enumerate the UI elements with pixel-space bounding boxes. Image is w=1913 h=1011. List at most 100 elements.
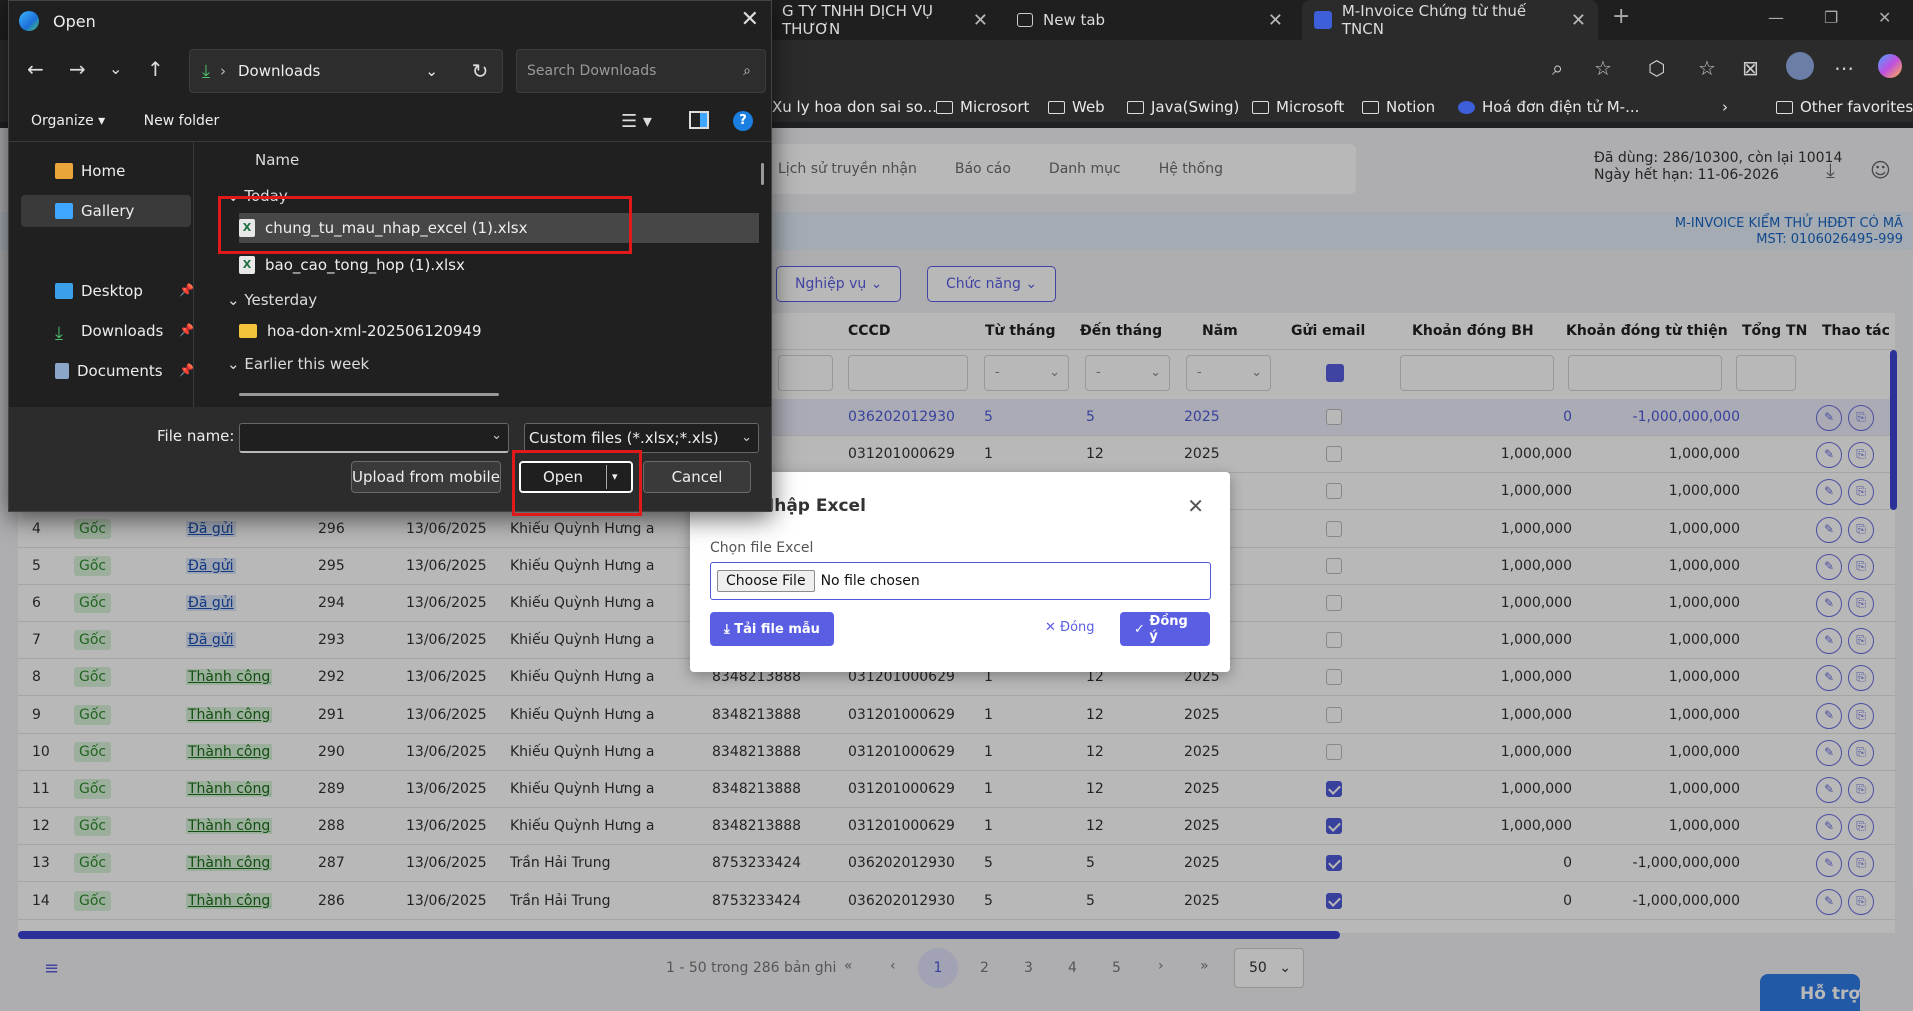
close-icon[interactable]: ✕: [973, 10, 988, 31]
nghiep-vu-button[interactable]: Nghiệp vụ ⌄: [776, 266, 902, 302]
download-icon[interactable]: ⤓: [1826, 158, 1835, 182]
sidebar-item-documents[interactable]: Documents: [55, 355, 195, 387]
table-row[interactable]: 13 Gốc Thành công 287 13/06/2025 Trần Hải Tru…: [18, 845, 1895, 883]
vertical-scrollbar[interactable]: [1890, 350, 1897, 510]
email-checkbox[interactable]: [1326, 771, 1356, 808]
copy-icon[interactable]: ⎘: [1848, 442, 1874, 469]
copy-icon[interactable]: ⎘: [1848, 851, 1874, 878]
copy-icon[interactable]: ⎘: [1848, 591, 1874, 617]
next-page-icon[interactable]: ›: [1158, 958, 1164, 974]
menu-icon[interactable]: ≡: [44, 958, 59, 979]
cancel-button[interactable]: Cancel: [643, 461, 751, 493]
edit-icon[interactable]: ✎: [1816, 553, 1842, 580]
user-icon[interactable]: ☺: [1870, 158, 1891, 182]
table-row[interactable]: 12 Gốc Thành công 288 13/06/2025 Khiếu Quỳnh …: [18, 808, 1895, 846]
chuc-nang-button[interactable]: Chức năng ⌄: [927, 266, 1057, 302]
close-icon[interactable]: ✕: [1268, 10, 1283, 31]
fav-item[interactable]: Hoá đơn điện tử M-...: [1458, 98, 1639, 116]
col-cccd[interactable]: CCCD: [848, 313, 890, 350]
close-icon[interactable]: ✕: [1571, 10, 1586, 31]
folder-hoa-don[interactable]: hoa-don-xml-202506120949: [239, 316, 759, 346]
minimize-icon[interactable]: —: [1768, 8, 1784, 27]
close-window-icon[interactable]: ✕: [1878, 8, 1891, 27]
pin-icon[interactable]: 📌: [179, 323, 194, 337]
help-icon[interactable]: ?: [733, 111, 753, 131]
extensions-icon[interactable]: ⬡: [1648, 56, 1665, 80]
copy-icon[interactable]: ⎘: [1848, 665, 1874, 692]
status-link[interactable]: Đã gửi: [186, 520, 236, 537]
nav-he-thong[interactable]: Hệ thống: [1159, 161, 1223, 177]
copy-icon[interactable]: ⎘: [1848, 516, 1874, 543]
col-den-thang[interactable]: Đến tháng: [1080, 313, 1162, 350]
column-name[interactable]: Name: [255, 151, 299, 169]
filter-tong-tn[interactable]: [1736, 355, 1796, 391]
chevron-right-icon[interactable]: ›: [1722, 98, 1728, 116]
favorites-icon[interactable]: ☆: [1698, 56, 1716, 80]
nav-lich-su[interactable]: Lịch sử truyền nhận: [778, 161, 917, 177]
status-link[interactable]: Thành công: [186, 669, 273, 686]
fav-folder[interactable]: Microsort: [936, 98, 1029, 116]
email-checkbox[interactable]: [1326, 399, 1356, 436]
filter-bh[interactable]: [1400, 355, 1554, 391]
email-checkbox[interactable]: [1326, 808, 1356, 845]
pin-icon[interactable]: 📌: [179, 283, 194, 297]
choose-file-button[interactable]: Choose File: [717, 570, 815, 592]
email-checkbox[interactable]: [1326, 585, 1356, 622]
horizontal-scrollbar[interactable]: [18, 931, 1340, 939]
col-tong-tn[interactable]: Tổng TN cl: [1742, 313, 1812, 350]
copy-icon[interactable]: ⎘: [1848, 777, 1874, 803]
status-link[interactable]: Thành công: [186, 818, 273, 835]
status-link[interactable]: Đã gửi: [186, 595, 236, 611]
close-button[interactable]: ✕ Đóng: [1045, 620, 1095, 635]
cell-tt[interactable]: Đã gửi: [186, 511, 286, 548]
filter-tu-thang[interactable]: - ⌄: [984, 355, 1069, 391]
page-5[interactable]: 5: [1112, 960, 1121, 976]
copy-icon[interactable]: ⎘: [1848, 814, 1874, 841]
email-checkbox[interactable]: [1326, 436, 1356, 473]
cell-tt[interactable]: Thành công: [186, 883, 286, 920]
upload-from-mobile-button[interactable]: Upload from mobile: [351, 461, 501, 493]
new-folder-button[interactable]: New folder: [144, 113, 220, 129]
group-today[interactable]: ⌄ Today: [227, 187, 288, 205]
edit-icon[interactable]: ✎: [1816, 814, 1842, 841]
edit-icon[interactable]: ✎: [1816, 739, 1842, 766]
more-icon[interactable]: ⋯: [1834, 56, 1854, 80]
dropdown-arrow-icon[interactable]: ▾: [612, 462, 618, 492]
page-3[interactable]: 3: [1024, 960, 1033, 976]
tab-new[interactable]: New tab ✕: [1005, 0, 1295, 40]
support-button[interactable]: Hỗ trợ: [1760, 974, 1860, 1011]
page-1[interactable]: 1: [918, 948, 958, 988]
email-checkbox[interactable]: [1326, 473, 1356, 510]
page-size-select[interactable]: 50 ⌄: [1234, 948, 1304, 988]
email-checkbox[interactable]: [1326, 845, 1356, 882]
email-checkbox[interactable]: [1326, 659, 1356, 696]
file-chung-tu[interactable]: Xchung_tu_mau_nhap_excel (1).xlsx: [239, 213, 759, 243]
table-row[interactable]: 10 Gốc Thành công 290 13/06/2025 Khiếu Quỳnh …: [18, 733, 1895, 771]
pin-icon[interactable]: 📌: [179, 363, 194, 377]
close-icon[interactable]: ✕: [741, 7, 759, 32]
page-4[interactable]: 4: [1068, 960, 1077, 976]
edit-icon[interactable]: ✎: [1816, 665, 1842, 692]
edit-icon[interactable]: ✎: [1816, 442, 1842, 469]
confirm-button[interactable]: ✓ Đồng ý: [1120, 612, 1210, 646]
copy-icon[interactable]: ⎘: [1848, 553, 1874, 580]
status-link[interactable]: Đã gửi: [186, 632, 236, 649]
edit-icon[interactable]: ✎: [1816, 516, 1842, 543]
nav-bao-cao[interactable]: Báo cáo: [955, 161, 1011, 177]
organize-button[interactable]: Organize ▾: [31, 113, 105, 129]
email-checkbox[interactable]: [1326, 622, 1356, 659]
new-tab-icon[interactable]: +: [1612, 4, 1630, 29]
col-tu-thang[interactable]: Từ tháng: [985, 313, 1056, 350]
cell-tt[interactable]: Thành công: [186, 697, 286, 734]
filter-email-checkbox[interactable]: [1326, 364, 1344, 382]
file-type-select[interactable]: Custom files (*.xlsx;*.xls) ⌄: [524, 423, 759, 453]
refresh-icon[interactable]: ↻: [457, 49, 503, 93]
email-checkbox[interactable]: [1326, 697, 1356, 734]
cell-tt[interactable]: Đã gửi: [186, 548, 286, 585]
cell-tt[interactable]: Đã gửi: [186, 622, 286, 659]
horizontal-scrollbar[interactable]: [239, 393, 499, 396]
copy-icon[interactable]: ⎘: [1848, 888, 1874, 915]
cell-tt[interactable]: Thành công: [186, 771, 286, 808]
fav-folder[interactable]: Java(Swing): [1127, 98, 1239, 116]
cell-tt[interactable]: Thành công: [186, 845, 286, 882]
